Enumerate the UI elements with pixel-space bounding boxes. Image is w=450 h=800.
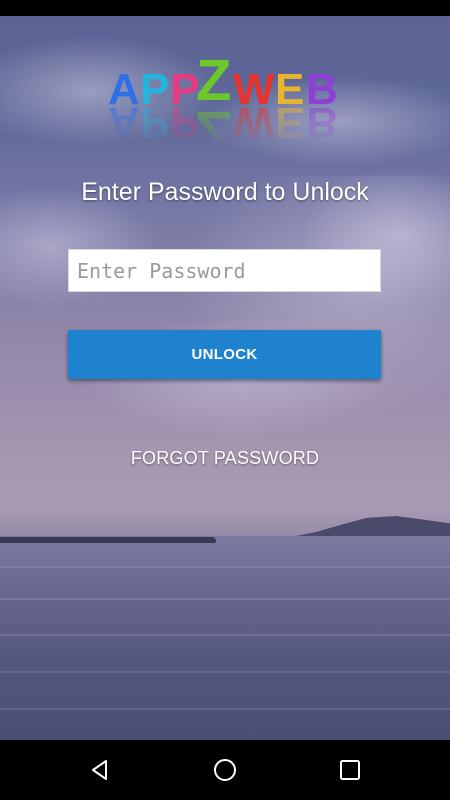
back-icon[interactable] [80, 750, 120, 790]
unlock-title: Enter Password to Unlock [81, 178, 369, 206]
forgot-password-link[interactable]: FORGOT PASSWORD [0, 448, 450, 469]
navigation-bar [0, 740, 450, 800]
wave-line [0, 566, 450, 568]
password-input[interactable] [68, 249, 381, 292]
status-bar [0, 0, 450, 16]
home-icon[interactable] [205, 750, 245, 790]
recents-icon[interactable] [330, 750, 370, 790]
unlock-button[interactable]: UNLOCK [68, 330, 381, 379]
wave-line [0, 598, 450, 600]
wave-line [0, 634, 450, 636]
wave-line [0, 708, 450, 710]
sun-glow [150, 176, 450, 436]
wave-line [0, 671, 450, 673]
lock-screen: A P P Z W E B Enter Password to Unlock U… [0, 0, 450, 800]
island-left [0, 537, 216, 543]
sea [0, 536, 450, 740]
island-right [296, 516, 450, 536]
appzweb-logo: A P P Z W E B [108, 54, 338, 146]
